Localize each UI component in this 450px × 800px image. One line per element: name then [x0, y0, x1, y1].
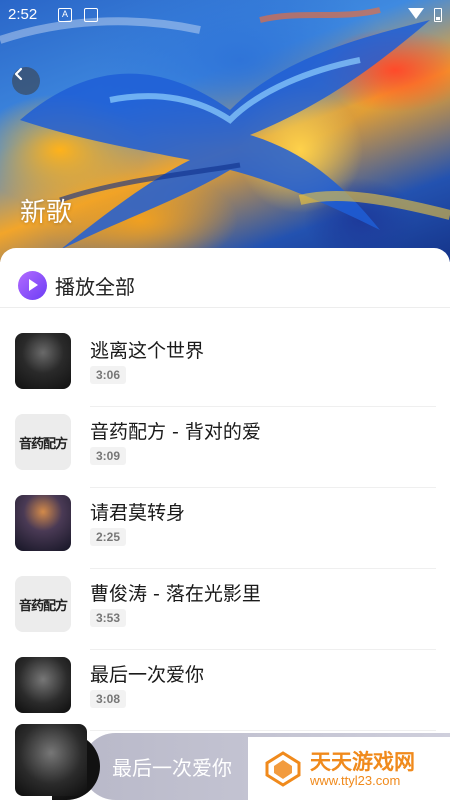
battery-icon — [434, 8, 442, 22]
header-artwork: 2:52 A 新歌 — [0, 0, 450, 262]
song-row[interactable]: 音药配方 音药配方 - 背对的爱 3:09 — [0, 407, 450, 488]
row-divider — [90, 730, 436, 731]
play-all-button[interactable]: 播放全部 — [18, 268, 135, 302]
song-row[interactable]: 逃离这个世界 3:06 — [0, 326, 450, 407]
status-bar: 2:52 A — [0, 0, 450, 30]
play-circle-icon — [18, 270, 47, 300]
wifi-icon — [408, 8, 424, 19]
now-playing-title: 最后一次爱你 — [112, 756, 232, 780]
watermark-text: 天天游戏网 — [310, 749, 415, 774]
song-duration: 3:08 — [90, 690, 127, 708]
watermark-url: www.ttyl23.com — [310, 772, 401, 788]
watermark: 天天游戏网 www.ttyl23.com — [248, 737, 450, 800]
song-row[interactable]: 最后一次爱你 3:08 — [0, 650, 450, 731]
song-row[interactable]: 请君莫转身 2:25 — [0, 488, 450, 569]
page-title: 新歌 — [20, 198, 73, 228]
chevron-left-icon — [14, 67, 23, 81]
back-button[interactable] — [12, 67, 40, 95]
song-duration: 3:09 — [90, 447, 127, 465]
album-cover-image — [15, 657, 71, 713]
song-duration: 3:06 — [90, 366, 127, 384]
album-cover-image: 音药配方 — [15, 576, 71, 632]
notification-icon: A — [58, 8, 72, 22]
song-title: 曹俊涛 - 落在光影里 — [90, 583, 261, 605]
song-title: 音药配方 - 背对的爱 — [90, 421, 261, 443]
song-duration: 3:53 — [90, 609, 127, 627]
song-title: 最后一次爱你 — [90, 664, 205, 686]
song-row[interactable]: 音药配方 曹俊涛 - 落在光影里 3:53 — [0, 569, 450, 650]
now-playing-cover-image[interactable] — [15, 724, 87, 796]
song-title: 逃离这个世界 — [90, 340, 205, 362]
watermark-logo-icon — [265, 750, 301, 787]
song-duration: 2:25 — [90, 528, 127, 546]
album-cover-image — [15, 495, 71, 551]
album-cover-image — [15, 333, 71, 389]
album-cover-image: 音药配方 — [15, 414, 71, 470]
song-title: 请君莫转身 — [90, 502, 186, 524]
divider — [0, 307, 450, 308]
status-time: 2:52 — [8, 6, 38, 23]
notification-square-icon — [84, 8, 98, 22]
play-all-label: 播放全部 — [55, 274, 135, 299]
